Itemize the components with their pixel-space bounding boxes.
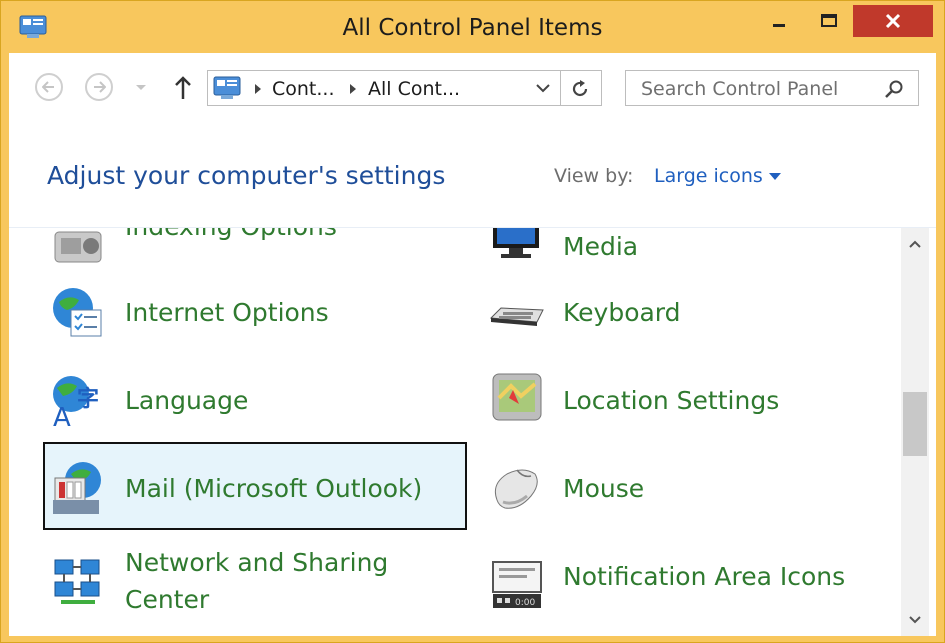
item-label: Notification Area Icons [563, 562, 846, 591]
search-input[interactable]: Search Control Panel [625, 70, 919, 106]
title-bar[interactable]: All Control Panel Items [1, 1, 944, 53]
address-dropdown-icon[interactable] [536, 83, 550, 93]
control-panel-window: All Control Panel Items Cont... All Cont… [0, 0, 945, 643]
maximize-icon [821, 14, 837, 27]
location-icon [492, 373, 542, 421]
breadcrumb-all-items[interactable]: All Cont... [368, 78, 460, 100]
internet-options-icon [53, 288, 102, 337]
minimize-icon [773, 24, 785, 27]
svg-text:字: 字 [77, 386, 99, 412]
svg-text:0:00: 0:00 [515, 598, 535, 608]
item-mail[interactable]: Mail (Microsoft Outlook) [45, 452, 465, 532]
media-icon [493, 228, 539, 258]
item-label-line1: Network and Sharing [125, 548, 389, 577]
item-label: Keyboard [563, 298, 681, 327]
scroll-down-icon[interactable] [909, 616, 921, 624]
page-title: Adjust your computer's settings [47, 161, 446, 190]
forward-button[interactable] [85, 73, 113, 101]
item-network-sharing-center[interactable]: Network and Sharing Center [45, 540, 465, 630]
back-button[interactable] [35, 73, 63, 101]
search-icon[interactable] [884, 79, 904, 99]
item-keyboard[interactable]: Keyboard [483, 276, 883, 356]
window-title: All Control Panel Items [342, 15, 603, 41]
item-internet-options[interactable]: Internet Options [45, 276, 465, 356]
minimize-button[interactable] [757, 5, 801, 37]
view-by-dropdown[interactable]: Large icons [654, 165, 763, 187]
language-icon: A 字 [53, 376, 99, 430]
breadcrumb-separator-icon[interactable] [349, 83, 357, 95]
item-notification-area-icons[interactable]: 0:00 Notification Area Icons [483, 540, 883, 620]
scroll-up-icon[interactable] [909, 240, 921, 248]
up-arrow-icon[interactable] [173, 75, 193, 101]
close-button[interactable] [853, 5, 933, 37]
indexing-icon [54, 231, 102, 263]
search-placeholder: Search Control Panel [641, 78, 839, 100]
item-label: Internet Options [125, 298, 329, 327]
mouse-icon [494, 469, 538, 509]
items-list: Indexing Options Media [9, 228, 899, 636]
recent-locations-caret-icon[interactable] [135, 84, 147, 92]
mail-icon [53, 462, 101, 514]
page-header: Adjust your computer's settings View by:… [9, 125, 936, 228]
item-label: Mail (Microsoft Outlook) [125, 474, 423, 503]
item-label: Mouse [563, 474, 645, 503]
item-location-settings[interactable]: Location Settings [483, 364, 883, 444]
breadcrumb-separator-icon[interactable] [254, 83, 262, 95]
item-label: Language [125, 386, 249, 415]
item-language[interactable]: A 字 Language [45, 364, 465, 444]
refresh-icon[interactable] [570, 79, 590, 99]
control-panel-icon [213, 76, 241, 99]
navigation-bar: Cont... All Cont... Search Control Panel [9, 53, 936, 125]
item-mouse[interactable]: Mouse [483, 452, 883, 532]
notification-icon: 0:00 [492, 561, 542, 608]
scrollbar-thumb[interactable] [903, 392, 927, 456]
maximize-button[interactable] [807, 5, 851, 37]
forward-arrow-icon [94, 81, 106, 93]
address-bar[interactable]: Cont... All Cont... [207, 70, 602, 106]
item-label: Media [563, 232, 639, 261]
view-by-label: View by: [554, 165, 634, 187]
close-icon [885, 13, 901, 29]
item-label: Location Settings [563, 386, 780, 415]
breadcrumb-control-panel[interactable]: Cont... [272, 78, 335, 100]
network-icon [54, 559, 100, 604]
client-area: Cont... All Cont... Search Control Panel… [9, 53, 936, 636]
item-label-line2: Center [125, 585, 210, 614]
keyboard-icon [489, 307, 544, 326]
item-label: Indexing Options [125, 228, 337, 245]
vertical-scrollbar[interactable] [901, 228, 929, 636]
back-arrow-icon [42, 81, 54, 93]
svg-text:A: A [53, 403, 71, 430]
dropdown-caret-icon[interactable] [769, 173, 781, 181]
